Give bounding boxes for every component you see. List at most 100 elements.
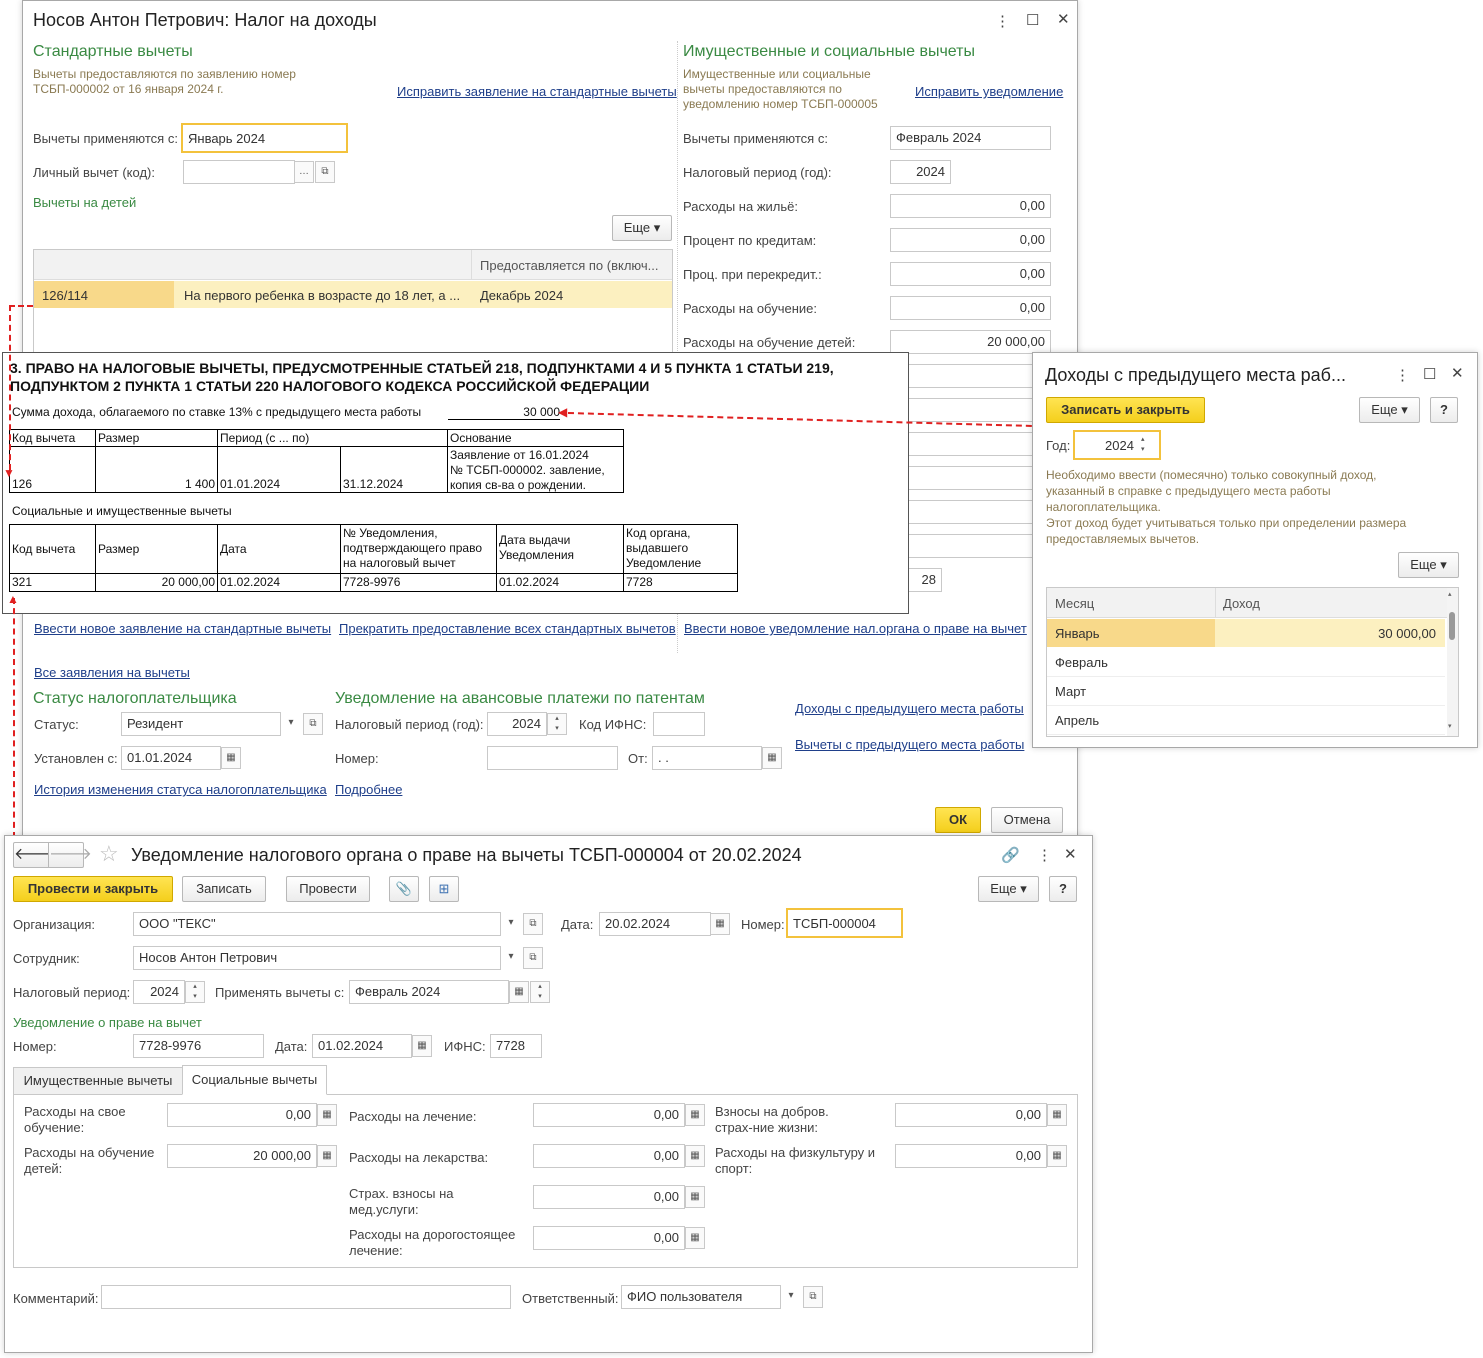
- apply-input[interactable]: Февраль 2024: [349, 980, 509, 1004]
- dropdown-icon[interactable]: ▾: [501, 947, 521, 969]
- more-button-2[interactable]: Еще ▾: [1398, 552, 1459, 578]
- cancel-button[interactable]: Отмена: [991, 807, 1063, 833]
- close-icon[interactable]: ✕: [1064, 845, 1077, 863]
- expensive-treatment-input[interactable]: 0,00: [533, 1226, 685, 1250]
- employee-select[interactable]: Носов Антон Петрович: [133, 946, 501, 970]
- partial-input-3[interactable]: 0,: [890, 432, 1051, 456]
- applied-from-input[interactable]: Январь 2024: [181, 123, 348, 153]
- treatment-input[interactable]: 0,00: [533, 1103, 685, 1127]
- calculator-icon[interactable]: ▦: [685, 1104, 705, 1126]
- child-education-input[interactable]: 20 000,00: [890, 330, 1051, 354]
- life-insurance-input[interactable]: 0,00: [895, 1103, 1047, 1127]
- prop-applied-input[interactable]: Февраль 2024: [890, 126, 1051, 150]
- help-button[interactable]: ?: [1430, 397, 1458, 423]
- prev-deductions-link[interactable]: Вычеты с предыдущего места работы: [795, 737, 1024, 752]
- calculator-icon[interactable]: ▦: [685, 1145, 705, 1167]
- personal-deduction-input[interactable]: [183, 160, 295, 184]
- stop-std-link[interactable]: Прекратить предоставление всех стандартн…: [339, 621, 676, 636]
- new-std-link[interactable]: Ввести новое заявление на стандартные вы…: [34, 621, 331, 636]
- partial-input-5[interactable]: 0,: [890, 500, 1051, 524]
- set-from-input[interactable]: 01.01.2024: [121, 746, 221, 770]
- spin-icon[interactable]: ▴ ▾: [185, 981, 205, 1003]
- tax-period-input[interactable]: 2024: [890, 160, 951, 184]
- housing-input[interactable]: 0,00: [890, 194, 1051, 218]
- org-select[interactable]: ООО "ТЕКС": [133, 912, 501, 936]
- medicine-input[interactable]: 0,00: [533, 1144, 685, 1168]
- dropdown-icon[interactable]: ▾: [501, 913, 521, 935]
- fix-std-link[interactable]: Исправить заявление на стандартные вычет…: [397, 84, 677, 99]
- partial-input-6[interactable]: 0,: [890, 534, 1051, 558]
- scrollbar-thumb[interactable]: [1449, 612, 1455, 640]
- attach-button[interactable]: 📎: [389, 876, 419, 902]
- refinance-input[interactable]: 0,00: [890, 262, 1051, 286]
- calendar-icon[interactable]: ▦: [412, 1035, 432, 1057]
- ifns-input[interactable]: 7728: [490, 1034, 542, 1058]
- prev-income-link[interactable]: Доходы с предыдущего места работы: [795, 701, 1024, 716]
- dropdown-icon[interactable]: ▾: [281, 713, 301, 735]
- year-spin-icon[interactable]: ▴ ▾: [1141, 435, 1145, 455]
- patent-period-input[interactable]: 2024: [487, 712, 547, 736]
- row-month-3[interactable]: Март: [1055, 684, 1086, 699]
- partial-input-4[interactable]: 0,: [890, 466, 1051, 490]
- all-applications-link[interactable]: Все заявления на вычеты: [34, 665, 190, 680]
- calculator-icon[interactable]: ▦: [1047, 1104, 1067, 1126]
- n-input[interactable]: 7728-9976: [133, 1034, 264, 1058]
- open-icon[interactable]: ⧉: [803, 1286, 823, 1308]
- calculator-icon[interactable]: ▦: [685, 1227, 705, 1249]
- calendar-icon[interactable]: ▦: [710, 913, 730, 935]
- scrollbar[interactable]: [1447, 588, 1458, 736]
- sport-input[interactable]: 0,00: [895, 1144, 1047, 1168]
- comment-input[interactable]: [101, 1285, 511, 1309]
- num-input[interactable]: ТСБП-000004: [786, 908, 903, 938]
- education-input[interactable]: 0,00: [890, 296, 1051, 320]
- more-menu-icon[interactable]: ⋮: [1395, 366, 1410, 384]
- structure-button[interactable]: ⊞: [429, 876, 459, 902]
- dropdown-icon[interactable]: ▾: [781, 1286, 801, 1308]
- status-select[interactable]: Резидент: [121, 712, 281, 736]
- ok-button[interactable]: ОК: [935, 807, 981, 833]
- open-icon[interactable]: ⧉: [523, 947, 543, 969]
- close-icon[interactable]: ✕: [1057, 10, 1070, 28]
- back-button[interactable]: 🡐: [13, 842, 57, 868]
- more-button[interactable]: Еще ▾: [978, 876, 1039, 902]
- more-menu-icon[interactable]: ⋮: [995, 12, 1010, 30]
- calendar-icon[interactable]: ▦: [762, 747, 782, 769]
- calendar-icon[interactable]: ▦: [221, 747, 241, 769]
- open-icon[interactable]: ⧉: [315, 161, 335, 183]
- partial-input-2[interactable]: 0,: [890, 398, 1051, 422]
- calendar-icon[interactable]: ▦: [509, 981, 529, 1003]
- date-input[interactable]: 20.02.2024: [599, 912, 711, 936]
- period-input[interactable]: 2024: [133, 980, 185, 1004]
- save-button[interactable]: Записать: [182, 876, 266, 902]
- help-button[interactable]: ?: [1049, 876, 1077, 902]
- open-icon[interactable]: ⧉: [303, 713, 323, 735]
- resp-select[interactable]: ФИО пользователя: [621, 1285, 781, 1309]
- interest-input[interactable]: 0,00: [890, 228, 1051, 252]
- child-education-input[interactable]: 20 000,00: [167, 1144, 317, 1168]
- scroll-up-icon[interactable]: ▴: [1448, 590, 1452, 598]
- status-history-link[interactable]: История изменения статуса налогоплательщ…: [34, 782, 327, 797]
- ellipsis-icon[interactable]: …: [294, 161, 314, 183]
- save-close-button[interactable]: Записать и закрыть: [1046, 397, 1205, 423]
- more-details-link[interactable]: Подробнее: [335, 782, 402, 797]
- from-input[interactable]: . .: [652, 746, 762, 770]
- more-button[interactable]: Еще ▾: [612, 215, 672, 241]
- calculator-icon[interactable]: ▦: [1047, 1145, 1067, 1167]
- close-icon[interactable]: ✕: [1451, 364, 1464, 382]
- own-education-input[interactable]: 0,00: [167, 1103, 317, 1127]
- post-close-button[interactable]: Провести и закрыть: [13, 876, 173, 902]
- partial-input-1[interactable]: 0,: [890, 364, 1051, 388]
- calculator-icon[interactable]: ▦: [685, 1186, 705, 1208]
- spin-icon[interactable]: ▴ ▾: [530, 981, 550, 1003]
- spin-icon[interactable]: ▴ ▾: [547, 713, 567, 735]
- fix-notice-link[interactable]: Исправить уведомление: [915, 84, 1063, 99]
- year-input[interactable]: 2024: [1073, 430, 1161, 460]
- more-menu-icon[interactable]: ⋮: [1037, 846, 1052, 864]
- row-month-4[interactable]: Апрель: [1055, 713, 1099, 728]
- star-icon[interactable]: ☆: [99, 841, 119, 867]
- link-icon[interactable]: 🔗: [1001, 846, 1020, 864]
- more-button[interactable]: Еще ▾: [1359, 397, 1420, 423]
- row-month-2[interactable]: Февраль: [1055, 655, 1108, 670]
- maximize-icon[interactable]: ☐: [1423, 365, 1436, 383]
- tab-soc[interactable]: Социальные вычеты: [182, 1065, 327, 1095]
